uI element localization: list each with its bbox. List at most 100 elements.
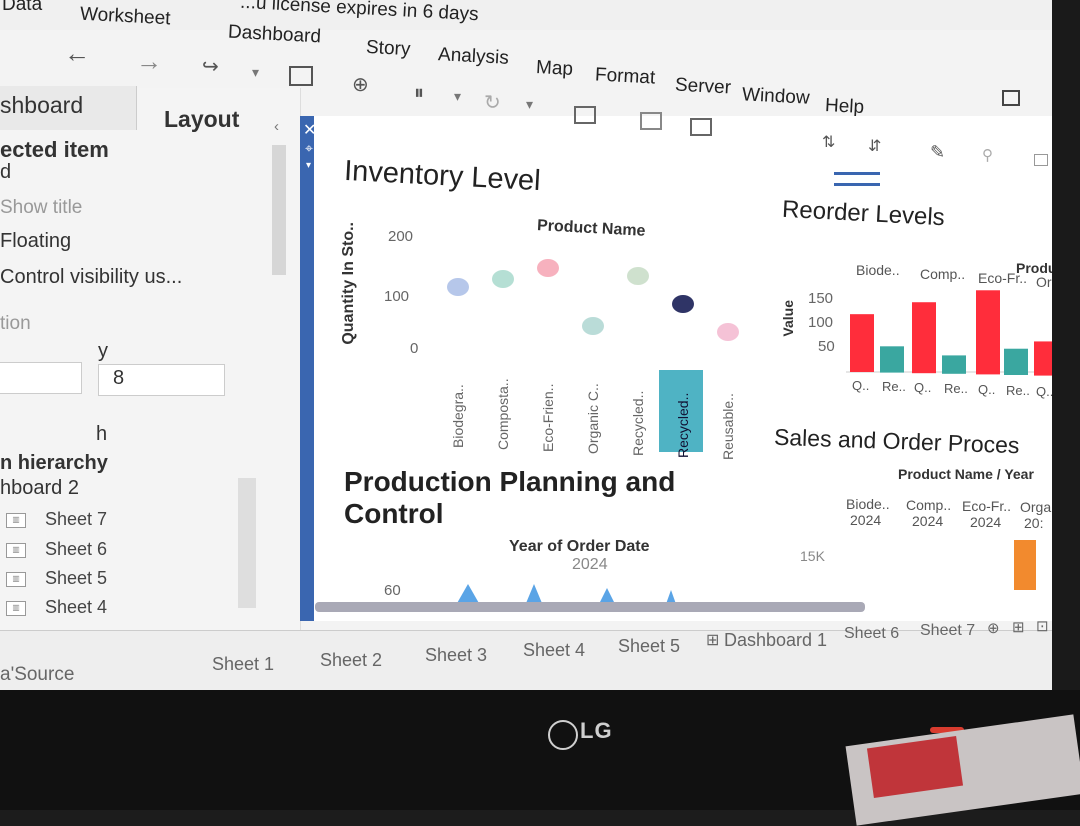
dropdown-icon-3[interactable]: ▾ [526, 96, 533, 113]
collapse-panel-icon[interactable]: ‹ [274, 118, 279, 135]
tab-sheet-4[interactable]: Sheet 4 [523, 640, 585, 661]
dashboard-tab-icon: ⊞ [706, 632, 720, 649]
tab-sheet-2[interactable]: Sheet 2 [320, 650, 382, 671]
new-dashboard-icon[interactable]: ⊞ [1012, 618, 1025, 636]
tab-layout[interactable]: Layout [164, 106, 239, 133]
panel-scrollbar[interactable] [272, 145, 286, 275]
sheet-icon: ▥ [6, 543, 26, 558]
reorder-bar [912, 302, 936, 374]
inventory-category-label: Organic C.. [585, 383, 601, 454]
pin-icon[interactable]: ⌖ [305, 140, 313, 157]
dropdown-icon-2[interactable]: ▾ [454, 88, 461, 105]
new-datasource-icon[interactable]: ⊕ [352, 72, 369, 97]
menu-format[interactable]: Format [594, 64, 656, 89]
reorder-x-label: Q.. [852, 378, 869, 393]
inventory-category-label: Composta.. [495, 378, 511, 450]
menu-story[interactable]: Story [365, 37, 411, 61]
redo-icon[interactable]: ↪ [202, 54, 219, 79]
sales-column-name: Biode.. [846, 496, 890, 512]
data-source-tab[interactable]: a'Source [0, 664, 74, 686]
inventory-category-label: Reusable.. [720, 393, 736, 460]
reorder-bar-chart: Q.. Re.. Q.. Re.. Q.. Re.. Q.. [846, 290, 1052, 399]
menu-analysis[interactable]: Analysis [437, 44, 510, 70]
item-hierarchy-header: n hierarchy [0, 452, 108, 474]
dropdown-icon[interactable]: ▾ [252, 64, 259, 81]
hierarchy-sheet-6[interactable]: Sheet 6 [45, 539, 107, 560]
inventory-category-label: Biodegra.. [450, 384, 466, 448]
reorder-group-label: Biode.. [856, 262, 900, 278]
position-label: tion [0, 313, 31, 334]
restore-icon[interactable] [1002, 90, 1020, 106]
sales-bar[interactable] [1014, 540, 1036, 590]
inventory-y-axis-label: Quantity In Sto.. [340, 222, 357, 345]
x-position-stepper[interactable] [0, 362, 82, 394]
clear-sheet-icon[interactable] [690, 118, 712, 136]
back-arrow-icon[interactable]: ← [64, 38, 90, 69]
monitor-screen: Data Worksheet Dashboard Story Analysis … [0, 0, 1080, 690]
reorder-x-label: Q.. [978, 382, 995, 397]
dashboard-horizontal-scrollbar[interactable] [315, 602, 865, 612]
inventory-category-label: Recycled.. [675, 393, 691, 458]
reorder-y-tick: 100 [808, 314, 834, 331]
reorder-x-label: Re.. [944, 381, 968, 396]
tab-dashboard-1[interactable]: Dashboard 1 [724, 630, 827, 651]
selected-item-value: d [0, 161, 12, 183]
sales-header: Product Name / Year [898, 466, 1034, 482]
object-menu-icon[interactable]: ▾ [306, 160, 311, 171]
hierarchy-sheet-4[interactable]: Sheet 4 [45, 597, 107, 618]
menu-worksheet[interactable]: Worksheet [79, 4, 171, 31]
tab-sheet-7[interactable]: Sheet 7 [920, 622, 975, 640]
reorder-bar [1034, 341, 1052, 376]
menu-window[interactable]: Window [741, 84, 811, 110]
swap-icon[interactable] [640, 112, 662, 130]
menu-server[interactable]: Server [674, 75, 732, 100]
inventory-point [582, 317, 604, 335]
show-me-icon[interactable] [574, 106, 596, 124]
tooltip-icon[interactable] [1034, 154, 1048, 166]
new-sheet-icon[interactable]: ⊕ [987, 619, 1000, 637]
hierarchy-sheet-7[interactable]: Sheet 7 [45, 509, 107, 530]
sheet-icon: ▥ [6, 601, 26, 616]
inventory-point [717, 323, 739, 341]
refresh-icon[interactable]: ↻ [484, 90, 501, 115]
hierarchy-scrollbar[interactable] [238, 478, 256, 608]
pause-update-icon[interactable]: ⏸ [414, 82, 424, 105]
tab-sheet-5[interactable]: Sheet 5 [618, 636, 680, 657]
menu-dashboard[interactable]: Dashboard [227, 22, 322, 49]
hierarchy-root[interactable]: hboard 2 [0, 477, 79, 500]
attach-icon[interactable]: ⚲ [982, 146, 993, 164]
tab-sheet-3[interactable]: Sheet 3 [425, 645, 487, 666]
reorder-x-label: Re.. [1006, 383, 1030, 398]
selected-object-border[interactable] [300, 116, 314, 621]
tab-sheet-1[interactable]: Sheet 1 [212, 654, 274, 675]
forward-arrow-icon[interactable]: → [136, 46, 162, 77]
remove-object-icon[interactable]: ✕ [303, 120, 316, 140]
menu-map[interactable]: Map [535, 57, 574, 81]
sales-column-name: Comp.. [906, 497, 952, 513]
inventory-point [672, 295, 694, 313]
save-icon[interactable] [289, 66, 313, 86]
control-visibility-option[interactable]: Control visibility us... [0, 266, 182, 289]
hierarchy-sheet-5[interactable]: Sheet 5 [45, 568, 107, 589]
reorder-y-axis-label: Value [780, 300, 796, 337]
reorder-bar [1004, 348, 1028, 375]
reorder-bar [942, 355, 966, 374]
lg-logo-icon [548, 720, 578, 750]
drag-handle[interactable] [834, 172, 880, 186]
production-header: Year of Order Date [509, 538, 650, 555]
monitor-brand: LG [580, 718, 613, 743]
menu-data[interactable]: Data [2, 0, 42, 16]
floating-option[interactable]: Floating [0, 230, 71, 253]
sort-ascending-icon[interactable]: ⇅ [822, 132, 835, 152]
h-label: h [96, 423, 108, 445]
sales-column-name: Eco-Fr.. [962, 498, 1012, 514]
show-title-option[interactable]: Show title [0, 197, 82, 219]
sales-y-tick: 15K [800, 548, 825, 564]
reorder-y-tick: 150 [808, 290, 834, 307]
new-story-icon[interactable]: ⊡ [1036, 617, 1049, 635]
sort-descending-icon[interactable]: ⇵ [868, 136, 881, 156]
highlight-icon[interactable]: ✎ [930, 142, 945, 163]
tab-sheet-6[interactable]: Sheet 6 [844, 625, 899, 643]
inventory-y-tick: 200 [388, 228, 414, 245]
inventory-scatter: Biodegra.. Composta.. Eco-Frien.. Organic C… [447, 259, 739, 460]
